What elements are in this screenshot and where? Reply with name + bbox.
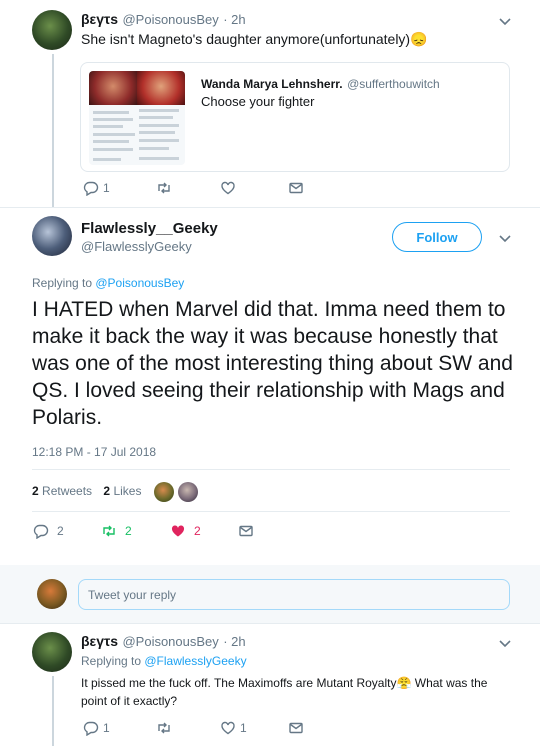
author-handle[interactable]: @PoisonousBey xyxy=(122,12,218,27)
divider xyxy=(0,207,540,208)
reply-count: 1 xyxy=(103,721,110,735)
thread-line xyxy=(52,676,54,746)
reply-button[interactable]: 1 xyxy=(83,180,156,196)
avatar[interactable] xyxy=(32,632,72,672)
chevron-down-icon[interactable] xyxy=(497,13,513,29)
avatar[interactable] xyxy=(32,216,72,256)
author-handle[interactable]: @FlawlesslyGeeky xyxy=(81,239,192,254)
author-handle[interactable]: @PoisonousBey xyxy=(122,634,218,649)
my-avatar[interactable] xyxy=(37,579,67,609)
retweets-count: 2 xyxy=(32,484,39,498)
reply-placeholder: Tweet your reply xyxy=(88,587,177,602)
retweet-icon xyxy=(103,525,115,537)
quoted-author-name: Wanda Marya Lehnsherr. xyxy=(201,77,343,91)
tweet-time[interactable]: · 2h xyxy=(223,12,245,27)
divider xyxy=(32,469,510,470)
tweet-stats: 2 Retweets 2 Likes xyxy=(32,484,141,498)
chevron-down-icon[interactable] xyxy=(497,230,513,246)
likes-label: Likes xyxy=(113,484,142,498)
replying-to: Replying to @FlawlesslyGeeky xyxy=(81,654,247,668)
likes-stat[interactable]: 2 Likes xyxy=(103,484,141,498)
replying-to-label: Replying to xyxy=(32,276,96,290)
author-name[interactable]: βεγτѕ xyxy=(81,633,118,649)
retweet-icon xyxy=(158,182,170,194)
retweet-button[interactable] xyxy=(156,180,220,196)
envelope-icon xyxy=(239,525,253,537)
tweet-timestamp[interactable]: 12:18 PM - 17 Jul 2018 xyxy=(32,445,156,459)
tweet-actions: 1 1 xyxy=(83,720,304,736)
quoted-tweet[interactable]: Wanda Marya Lehnsherr. @sufferthouwitch … xyxy=(80,62,510,172)
liker-avatar[interactable] xyxy=(178,482,198,502)
retweet-button[interactable]: 2 xyxy=(101,523,170,539)
thread-line xyxy=(52,54,54,208)
replying-to-label: Replying to xyxy=(81,654,145,668)
retweets-label: Retweets xyxy=(42,484,93,498)
tweet-actions: 1 xyxy=(83,180,304,196)
reply-icon xyxy=(83,721,99,736)
envelope-icon xyxy=(289,182,303,194)
quoted-tweet-image[interactable] xyxy=(89,71,185,165)
reply-icon xyxy=(83,181,99,196)
replying-to-link[interactable]: @PoisonousBey xyxy=(95,276,184,290)
reply-count: 2 xyxy=(57,524,64,538)
reply-input[interactable]: Tweet your reply xyxy=(78,579,510,610)
tweet-text: She isn't Magneto's daughter anymore(unf… xyxy=(81,31,428,47)
likes-count: 2 xyxy=(103,484,111,498)
replying-to: Replying to @PoisonousBey xyxy=(32,276,184,290)
avatar[interactable] xyxy=(32,10,72,50)
tweet-text: It pissed me the fuck off. The Maximoffs… xyxy=(81,676,488,708)
tweet-time[interactable]: · 2h xyxy=(223,634,245,649)
direct-message-button[interactable] xyxy=(288,180,304,196)
liker-avatar[interactable] xyxy=(154,482,174,502)
quoted-tweet-text: Choose your fighter xyxy=(201,94,315,109)
tweet-1[interactable]: βεγτѕ @PoisonousBey · 2h She isn't Magne… xyxy=(0,0,540,208)
retweets-stat[interactable]: 2 Retweets xyxy=(32,484,95,498)
tweet-3[interactable]: βεγτѕ @PoisonousBey · 2h Replying to @Fl… xyxy=(0,624,540,746)
like-button[interactable]: 1 xyxy=(220,720,288,736)
like-count: 2 xyxy=(194,524,201,538)
like-count: 1 xyxy=(240,721,247,735)
retweet-count: 2 xyxy=(125,524,132,538)
author-name[interactable]: βεγτѕ xyxy=(81,11,118,27)
heart-icon xyxy=(221,721,235,735)
heart-icon xyxy=(221,181,235,195)
reply-button[interactable]: 1 xyxy=(83,720,156,736)
divider xyxy=(32,511,510,512)
direct-message-button[interactable] xyxy=(288,720,304,736)
reply-count: 1 xyxy=(103,181,110,195)
envelope-icon xyxy=(289,722,303,734)
tweet-actions: 2 2 2 xyxy=(33,523,254,539)
retweet-button[interactable] xyxy=(156,720,220,736)
reply-icon xyxy=(33,524,49,539)
heart-icon xyxy=(171,525,185,537)
direct-message-button[interactable] xyxy=(238,523,254,539)
replying-to-link[interactable]: @FlawlesslyGeeky xyxy=(144,654,246,668)
author-name[interactable]: Flawlessly__Geeky xyxy=(81,220,218,237)
tweet-text: I HATED when Marvel did that. Imma need … xyxy=(32,298,513,429)
quoted-author-handle: @sufferthouwitch xyxy=(347,77,440,91)
reply-button[interactable]: 2 xyxy=(33,523,101,539)
retweet-icon xyxy=(158,722,170,734)
like-button[interactable]: 2 xyxy=(170,523,238,539)
chevron-down-icon[interactable] xyxy=(497,635,513,651)
follow-button[interactable]: Follow xyxy=(392,222,482,252)
like-button[interactable] xyxy=(220,180,288,196)
